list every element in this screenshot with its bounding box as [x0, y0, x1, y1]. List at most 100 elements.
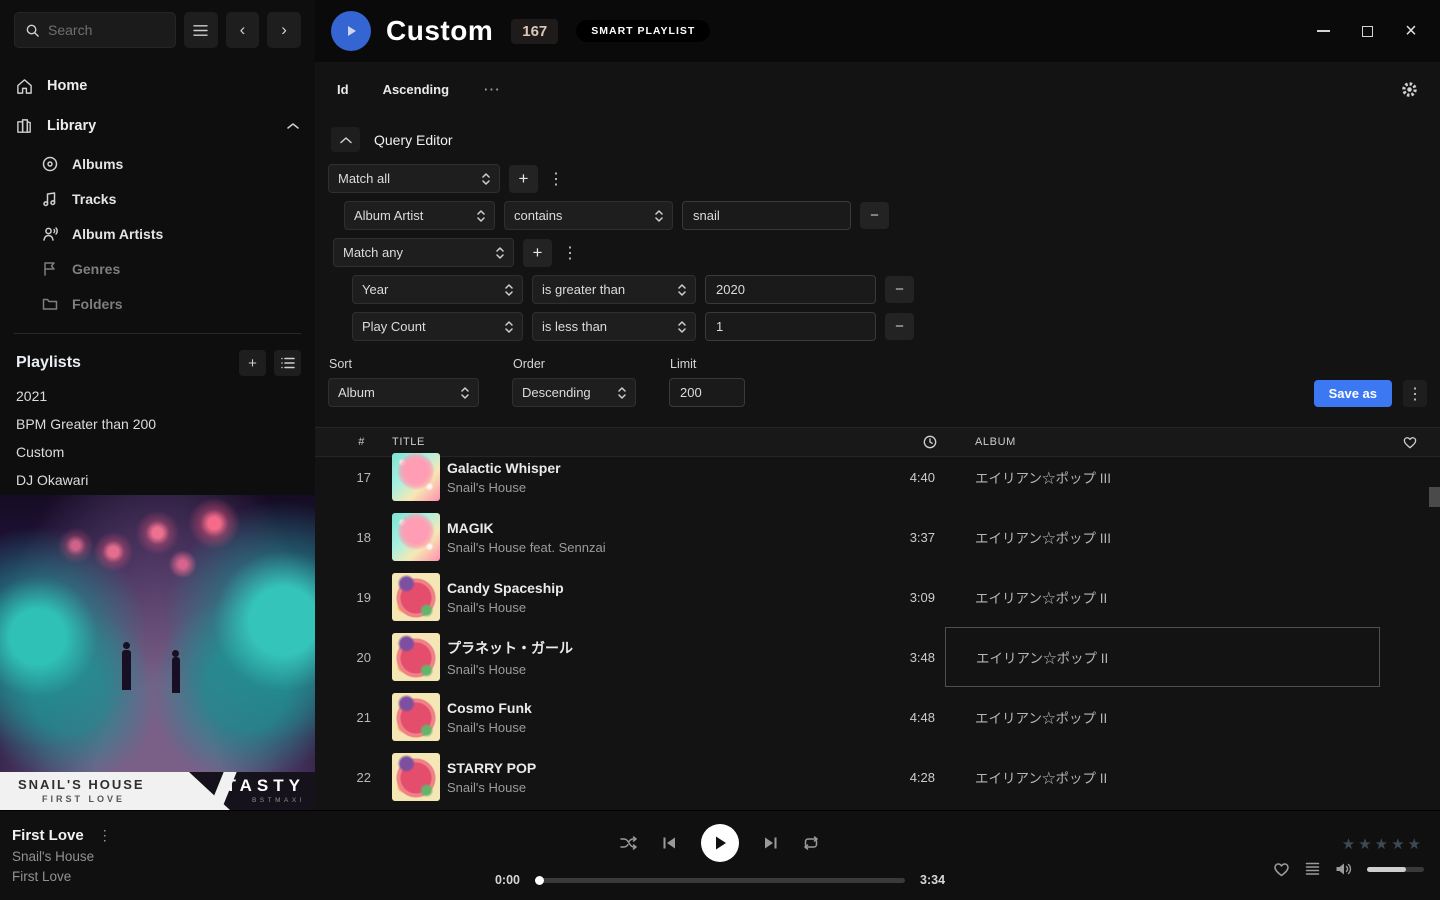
menu-button[interactable]: [184, 12, 218, 48]
sidebar-item-tracks[interactable]: Tracks: [0, 181, 315, 216]
query-collapse-button[interactable]: [331, 127, 360, 152]
playlist-item-custom[interactable]: Custom: [0, 438, 315, 466]
add-playlist-button[interactable]: +: [239, 350, 266, 376]
track-artist[interactable]: Snail's House feat. Sennzai: [447, 540, 870, 555]
table-row[interactable]: 18 MAGIK Snail's House feat. Sennzai 3:3…: [315, 507, 1440, 567]
query-more-button[interactable]: ⋮: [1403, 380, 1427, 407]
rule-field-select[interactable]: Play Count: [352, 312, 523, 341]
column-duration[interactable]: [923, 435, 945, 449]
track-title-cell[interactable]: Candy Spaceship Snail's House: [435, 580, 870, 615]
column-number[interactable]: #: [358, 436, 377, 448]
play-playlist-button[interactable]: [331, 11, 371, 51]
query-sort-select[interactable]: Album: [328, 378, 479, 407]
repeat-button[interactable]: [802, 836, 820, 850]
sidebar-item-home[interactable]: Home: [0, 66, 315, 106]
playlist-item-bpm[interactable]: BPM Greater than 200: [0, 410, 315, 438]
star-icon[interactable]: ★: [1342, 836, 1358, 853]
play-pause-button[interactable]: [701, 824, 739, 862]
mute-button[interactable]: [1335, 862, 1352, 876]
remove-rule-button[interactable]: −: [885, 313, 914, 340]
sidebar-item-album-artists[interactable]: Album Artists: [0, 216, 315, 251]
sort-order-button[interactable]: Ascending: [383, 82, 449, 97]
sort-field-button[interactable]: Id: [337, 82, 349, 97]
track-title-cell[interactable]: Cosmo Funk Snail's House: [435, 700, 870, 735]
limit-input[interactable]: [669, 378, 745, 407]
table-row[interactable]: 17 Galactic Whisper Snail's House 4:40 エ…: [315, 447, 1440, 507]
table-row[interactable]: 21 Cosmo Funk Snail's House 4:48 エイリアン☆ポ…: [315, 687, 1440, 747]
volume-slider[interactable]: [1367, 867, 1424, 872]
sidebar-item-folders[interactable]: Folders: [0, 286, 315, 321]
playlist-item-2021[interactable]: 2021: [0, 382, 315, 410]
sidebar-item-library[interactable]: Library: [0, 106, 315, 146]
add-rule-button[interactable]: +: [523, 239, 552, 267]
track-art-cell[interactable]: [377, 573, 435, 621]
search-input[interactable]: Search: [14, 12, 176, 48]
next-button[interactable]: [763, 836, 778, 850]
track-artist[interactable]: Snail's House: [447, 600, 870, 615]
star-icon[interactable]: ★: [1391, 836, 1407, 853]
chevron-up-icon[interactable]: [287, 122, 299, 130]
track-album[interactable]: エイリアン☆ポップ II: [945, 567, 1380, 627]
track-art-cell[interactable]: [377, 693, 435, 741]
playlist-list-button[interactable]: [274, 350, 301, 376]
track-art-cell[interactable]: [377, 513, 435, 561]
seek-knob[interactable]: [535, 876, 544, 885]
track-title-cell[interactable]: プラネット・ガール Snail's House: [435, 638, 870, 677]
star-icon[interactable]: ★: [1408, 836, 1424, 853]
save-as-button[interactable]: Save as: [1314, 380, 1392, 407]
now-playing-artist[interactable]: Snail's House: [12, 849, 330, 864]
remove-rule-button[interactable]: −: [885, 276, 914, 303]
track-artist[interactable]: Snail's House: [447, 720, 870, 735]
queue-button[interactable]: [1305, 862, 1320, 876]
track-artist[interactable]: Snail's House: [447, 662, 870, 677]
rule-field-select[interactable]: Album Artist: [344, 201, 495, 230]
rule-operator-select[interactable]: is greater than: [532, 275, 696, 304]
table-row[interactable]: 19 Candy Spaceship Snail's House 3:09 エイ…: [315, 567, 1440, 627]
add-rule-button[interactable]: +: [509, 165, 538, 193]
minimize-button[interactable]: [1316, 24, 1330, 38]
rule-value-input[interactable]: [682, 201, 851, 230]
now-playing-title[interactable]: First Love: [12, 827, 84, 844]
star-icon[interactable]: ★: [1358, 836, 1374, 853]
table-row[interactable]: 22 STARRY POP Snail's House 4:28 エイリアン☆ポ…: [315, 747, 1440, 807]
track-album[interactable]: エイリアン☆ポップ II: [945, 747, 1380, 807]
maximize-button[interactable]: [1360, 24, 1374, 38]
rule-value-input[interactable]: [705, 312, 876, 341]
toolbar-more-button[interactable]: ⋯: [483, 80, 501, 100]
track-artist[interactable]: Snail's House: [447, 780, 870, 795]
settings-button[interactable]: [1401, 81, 1418, 98]
track-title-cell[interactable]: MAGIK Snail's House feat. Sennzai: [435, 520, 870, 555]
now-playing-cover[interactable]: TASTY BSTMAXI SNAIL'S HOUSE FIRST LOVE: [0, 495, 315, 810]
track-art-cell[interactable]: [377, 633, 435, 681]
rule-operator-select[interactable]: contains: [504, 201, 673, 230]
previous-button[interactable]: [662, 836, 677, 850]
star-icon[interactable]: ★: [1375, 836, 1391, 853]
seek-slider[interactable]: [535, 878, 905, 883]
track-artist[interactable]: Snail's House: [447, 480, 870, 495]
rating-stars[interactable]: ★★★★★: [1342, 835, 1424, 853]
shuffle-button[interactable]: [620, 836, 638, 850]
nav-forward-button[interactable]: ›: [267, 12, 301, 48]
now-playing-album[interactable]: First Love: [12, 869, 330, 884]
track-album[interactable]: エイリアン☆ポップ II: [945, 627, 1380, 687]
track-art-cell[interactable]: [377, 453, 435, 501]
track-title-cell[interactable]: Galactic Whisper Snail's House: [435, 460, 870, 495]
rule-value-input[interactable]: [705, 275, 876, 304]
track-album[interactable]: エイリアン☆ポップ III: [945, 447, 1380, 507]
nav-back-button[interactable]: ‹: [226, 12, 260, 48]
rule-operator-select[interactable]: is less than: [532, 312, 696, 341]
group-menu-button[interactable]: ⋮: [561, 239, 579, 267]
playlist-item-dj-okawari[interactable]: DJ Okawari: [0, 466, 315, 494]
query-order-select[interactable]: Descending: [512, 378, 636, 407]
sidebar-item-genres[interactable]: Genres: [0, 251, 315, 286]
remove-rule-button[interactable]: −: [860, 202, 889, 229]
track-album[interactable]: エイリアン☆ポップ II: [945, 687, 1380, 747]
match-select[interactable]: Match all: [328, 164, 500, 193]
table-row[interactable]: 20 プラネット・ガール Snail's House 3:48 エイリアン☆ポッ…: [315, 627, 1440, 687]
column-favorite[interactable]: [1403, 436, 1417, 449]
track-title-cell[interactable]: STARRY POP Snail's House: [435, 760, 870, 795]
rule-field-select[interactable]: Year: [352, 275, 523, 304]
now-playing-menu-button[interactable]: ⋮: [98, 827, 112, 844]
favorite-button[interactable]: [1273, 862, 1290, 877]
group-menu-button[interactable]: ⋮: [547, 165, 565, 193]
